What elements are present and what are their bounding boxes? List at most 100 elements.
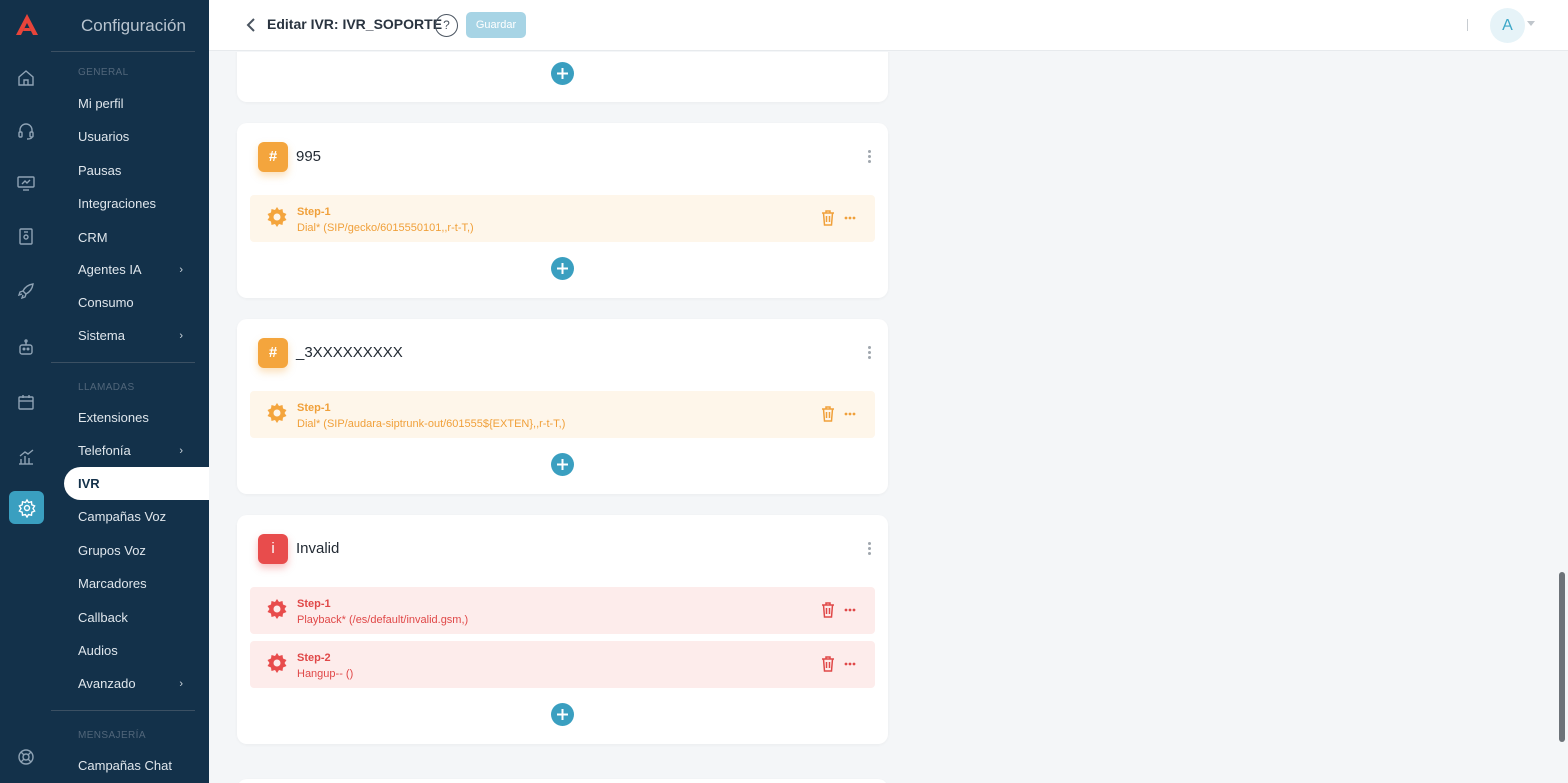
section-llamadas: LLAMADAS — [78, 382, 135, 393]
gear-icon — [267, 653, 287, 673]
menu-item-integraciones[interactable]: Integraciones — [78, 195, 195, 213]
chevron-right-icon: › — [179, 264, 183, 276]
step-name: Step-1 — [297, 206, 331, 218]
step-row[interactable]: Step-1 Dial* (SIP/audara-siptrunk-out/60… — [250, 391, 875, 438]
menu-item-crm[interactable]: CRM — [78, 229, 195, 247]
help-icon[interactable]: ? — [435, 14, 458, 37]
menu-item-label: Sistema — [78, 328, 125, 343]
step-description: Dial* (SIP/audara-siptrunk-out/601555${E… — [297, 418, 566, 430]
page-title: Editar IVR: IVR_SOPORTE — [267, 16, 443, 32]
menu-item-audios[interactable]: Audios — [78, 642, 195, 660]
menu-item-usuarios[interactable]: Usuarios — [78, 128, 195, 146]
divider — [51, 710, 195, 711]
gear-icon — [267, 207, 287, 227]
trash-icon[interactable] — [821, 602, 835, 618]
calendar-icon[interactable] — [13, 389, 39, 415]
icon-rail — [0, 0, 51, 783]
gear-icon — [267, 403, 287, 423]
menu-item-callback[interactable]: Callback — [78, 609, 195, 627]
divider — [51, 362, 195, 363]
top-header: Editar IVR: IVR_SOPORTE ? Guardar A — [209, 0, 1568, 51]
option-title: 995 — [296, 148, 322, 165]
chevron-right-icon: › — [179, 330, 183, 342]
save-button[interactable]: Guardar — [466, 12, 526, 38]
divider — [51, 51, 195, 52]
kebab-menu-icon[interactable] — [868, 150, 872, 164]
lock-icon[interactable] — [13, 223, 39, 249]
step-row[interactable]: Step-1 Playback* (/es/default/invalid.gs… — [250, 587, 875, 634]
card-header: i Invalid — [258, 534, 888, 564]
kebab-menu-icon[interactable] — [868, 346, 872, 360]
step-row[interactable]: Step-1 Dial* (SIP/gecko/6015550101,,r-t-… — [250, 195, 875, 242]
menu-item-campanas-voz[interactable]: Campañas Voz — [78, 508, 195, 526]
trash-icon[interactable] — [821, 406, 835, 422]
app-logo[interactable] — [14, 12, 40, 38]
menu-item-extensiones[interactable]: Extensiones — [78, 409, 195, 427]
step-description: Dial* (SIP/gecko/6015550101,,r-t-T,) — [297, 222, 474, 234]
menu-item-label: Avanzado — [78, 676, 136, 691]
ivr-option-card — [237, 52, 888, 102]
card-header: # 995 — [258, 142, 888, 172]
hash-icon: # — [258, 142, 288, 172]
home-icon[interactable] — [13, 65, 39, 91]
headset-icon[interactable] — [13, 118, 39, 144]
add-step-button[interactable] — [551, 62, 574, 85]
menu-item-label: Agentes IA — [78, 262, 142, 277]
hash-icon: # — [258, 338, 288, 368]
trash-icon[interactable] — [821, 656, 835, 672]
menu-item-consumo[interactable]: Consumo — [78, 294, 195, 312]
settings-icon[interactable] — [9, 491, 44, 524]
robot-icon[interactable] — [13, 334, 39, 360]
step-name: Step-2 — [297, 652, 331, 664]
gear-icon — [267, 599, 287, 619]
chevron-down-icon[interactable] — [1527, 21, 1535, 26]
more-icon[interactable] — [844, 412, 856, 416]
more-icon[interactable] — [844, 662, 856, 666]
add-step-button[interactable] — [551, 703, 574, 726]
add-step-button[interactable] — [551, 453, 574, 476]
add-step-button[interactable] — [551, 257, 574, 280]
ivr-option-card: # _3XXXXXXXXX Step-1 Dial* (SIP/audara-s… — [237, 319, 888, 494]
trash-icon[interactable] — [821, 210, 835, 226]
settings-menu: Configuración GENERAL Mi perfil Usuarios… — [51, 0, 209, 783]
divider — [1467, 19, 1468, 31]
scrollbar[interactable] — [1559, 572, 1565, 742]
rocket-icon[interactable] — [13, 278, 39, 304]
step-description: Hangup-- () — [297, 668, 354, 680]
avatar[interactable]: A — [1490, 8, 1525, 43]
menu-item-mi-perfil[interactable]: Mi perfil — [78, 95, 195, 113]
monitor-icon[interactable] — [13, 170, 39, 196]
option-title: Invalid — [296, 540, 340, 557]
chevron-right-icon: › — [179, 445, 183, 457]
menu-item-pausas[interactable]: Pausas — [78, 162, 195, 180]
menu-item-marcadores[interactable]: Marcadores — [78, 575, 195, 593]
step-description: Playback* (/es/default/invalid.gsm,) — [297, 614, 469, 626]
section-mensajeria: MENSAJERÍA — [78, 730, 146, 741]
menu-item-agentes-ia[interactable]: Agentes IA › — [78, 261, 195, 279]
menu-item-sistema[interactable]: Sistema › — [78, 327, 195, 345]
back-arrow-icon[interactable] — [243, 16, 259, 34]
ivr-editor: # 995 Step-1 Dial* (SIP/gecko/6015550101… — [209, 52, 1568, 783]
menu-item-campanas-chat[interactable]: Campañas Chat — [78, 757, 195, 775]
menu-item-telefonia[interactable]: Telefonía › — [78, 442, 195, 460]
kebab-menu-icon[interactable] — [868, 542, 872, 556]
step-name: Step-1 — [297, 402, 331, 414]
option-title: _3XXXXXXXXX — [296, 344, 403, 361]
step-name: Step-1 — [297, 598, 331, 610]
step-row[interactable]: Step-2 Hangup-- () — [250, 641, 875, 688]
menu-item-avanzado[interactable]: Avanzado › — [78, 675, 195, 693]
more-icon[interactable] — [844, 608, 856, 612]
menu-item-grupos-voz[interactable]: Grupos Voz — [78, 542, 195, 560]
menu-item-ivr[interactable]: IVR — [78, 475, 195, 493]
support-icon[interactable] — [13, 744, 39, 770]
more-icon[interactable] — [844, 216, 856, 220]
section-general: GENERAL — [78, 67, 129, 78]
ivr-option-card — [237, 779, 888, 783]
menu-title: Configuración — [81, 16, 186, 35]
card-header: # _3XXXXXXXXX — [258, 338, 888, 368]
info-icon: i — [258, 534, 288, 564]
stats-icon[interactable] — [13, 444, 39, 470]
ivr-option-card: # 995 Step-1 Dial* (SIP/gecko/6015550101… — [237, 123, 888, 298]
ivr-option-card: i Invalid Step-1 Playback* (/es/default/… — [237, 515, 888, 744]
menu-item-label: Telefonía — [78, 443, 131, 458]
